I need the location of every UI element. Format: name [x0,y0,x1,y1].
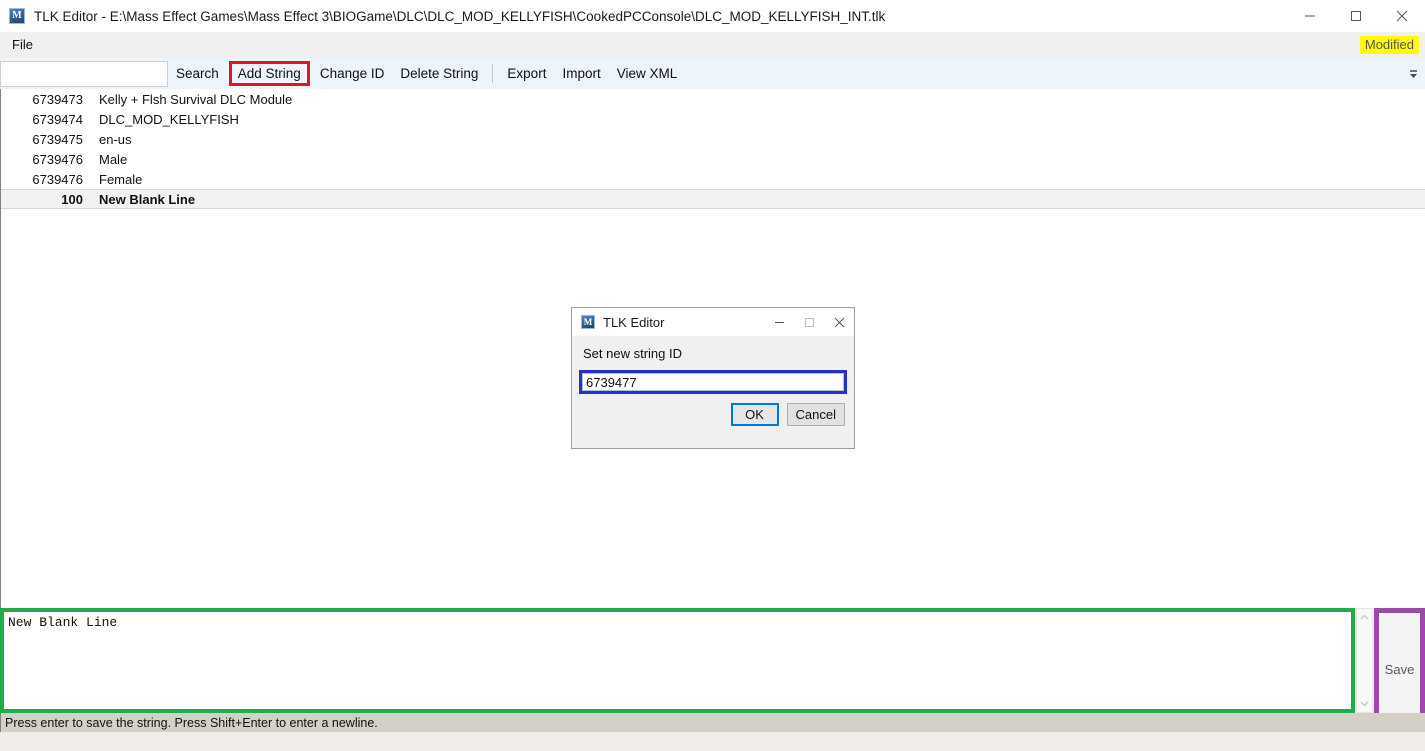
row-value: New Blank Line [99,191,196,207]
menubar: File Modified [0,32,1425,58]
dialog-buttons: OK Cancel [572,394,854,426]
delete-string-button[interactable]: Delete String [393,62,485,85]
editor-scrollbar[interactable] [1356,608,1373,713]
chevron-up-icon[interactable] [1360,609,1369,626]
chevron-down-icon[interactable] [1360,695,1369,712]
import-button[interactable]: Import [555,62,607,85]
row-value: en-us [99,131,132,147]
string-editor-text[interactable]: New Blank Line [4,612,1351,633]
row-value: Female [99,171,143,187]
minimize-icon[interactable] [1287,0,1333,32]
window-controls [1287,0,1425,32]
row-id: 6739476 [32,171,83,187]
search-input[interactable] [0,60,168,87]
table-row-selected[interactable]: 100 New Blank Line [1,189,1425,209]
dialog-titlebar: M TLK Editor [572,308,854,336]
cancel-button[interactable]: Cancel [786,403,845,426]
change-id-button[interactable]: Change ID [313,62,392,85]
row-id: 6739473 [32,91,83,107]
dialog-input-frame [579,370,847,394]
status-badge: Modified [1359,36,1419,54]
window-title: TLK Editor - E:\Mass Effect Games\Mass E… [34,8,886,24]
menu-item-file[interactable]: File [4,34,41,56]
app-icon: M [9,8,25,24]
ok-button[interactable]: OK [730,403,779,426]
dialog-title: TLK Editor [603,314,665,330]
view-xml-button[interactable]: View XML [610,62,685,85]
export-button[interactable]: Export [500,62,553,85]
table-row[interactable]: 6739474 DLC_MOD_KELLYFISH [1,109,1425,129]
table-row[interactable]: 6739476 Male [1,149,1425,169]
statusbar-filler [1355,713,1425,732]
maximize-icon [794,308,824,336]
window-titlebar: M TLK Editor - E:\Mass Effect Games\Mass… [0,0,1425,33]
search-button[interactable]: Search [169,62,226,85]
dialog-label: Set new string ID [583,346,682,361]
table-row[interactable]: 6739473 Kelly + Flsh Survival DLC Module [1,89,1425,109]
string-editor[interactable]: New Blank Line [0,608,1355,713]
maximize-icon[interactable] [1333,0,1379,32]
set-string-id-dialog: M TLK Editor Set new string ID OK Cancel [571,307,855,449]
chevron-down-icon[interactable] [1405,64,1421,84]
add-string-button[interactable]: Add String [228,61,310,86]
row-id: 6739475 [32,131,83,147]
app-icon: M [581,315,595,329]
row-id: 6739476 [32,151,83,167]
row-value: Kelly + Flsh Survival DLC Module [99,91,293,107]
dialog-window-controls [764,308,854,336]
toolbar: Search Add String Change ID Delete Strin… [0,58,1425,90]
statusbar: Press enter to save the string. Press Sh… [0,713,1355,732]
string-id-input[interactable] [582,373,844,391]
bottom-strip [0,732,1425,751]
row-id: 100 [61,191,83,207]
table-row[interactable]: 6739475 en-us [1,129,1425,149]
close-icon[interactable] [824,308,854,336]
row-value: DLC_MOD_KELLYFISH [99,111,239,127]
minimize-icon[interactable] [764,308,794,336]
save-button[interactable]: Save [1374,608,1425,730]
row-id: 6739474 [32,111,83,127]
toolbar-separator [492,64,494,83]
row-value: Male [99,151,128,167]
table-row[interactable]: 6739476 Female [1,169,1425,189]
close-icon[interactable] [1379,0,1425,32]
